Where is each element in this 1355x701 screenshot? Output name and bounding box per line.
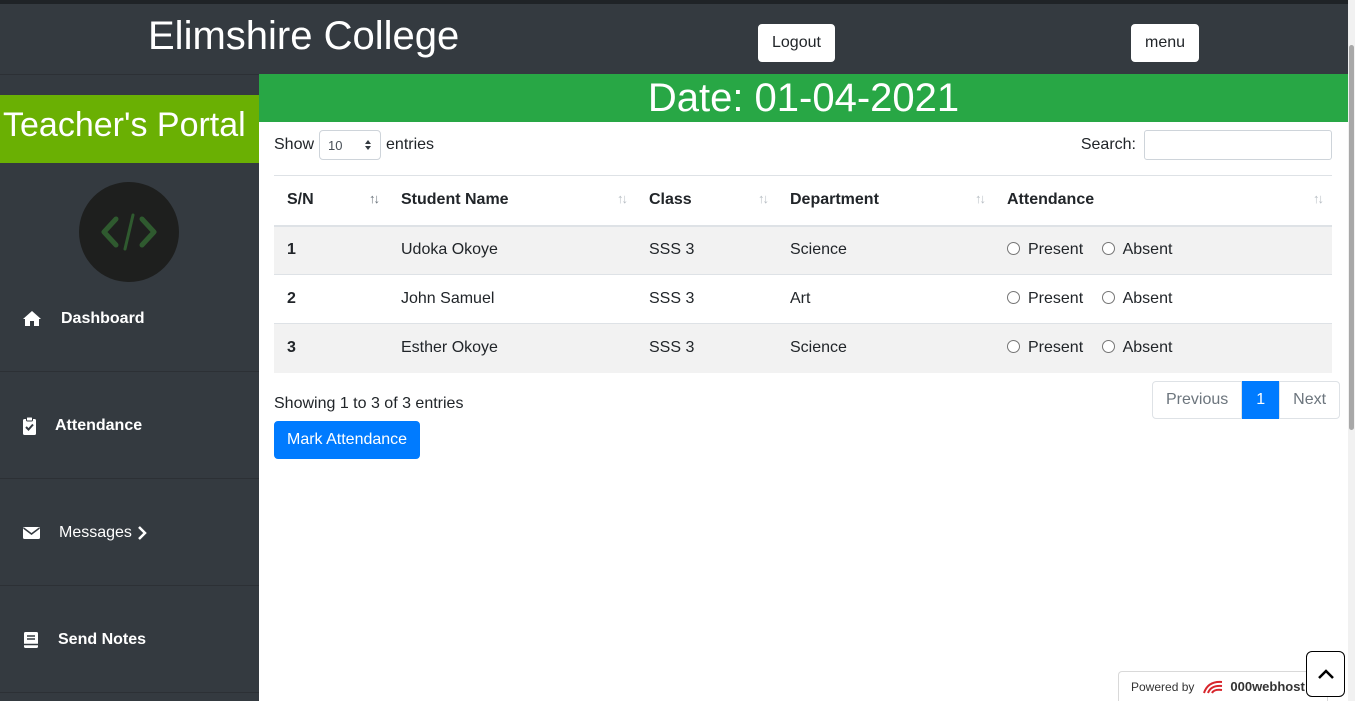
present-radio[interactable]	[1007, 340, 1020, 354]
date-banner: Date: 01-04-2021	[259, 74, 1348, 122]
next-page-button[interactable]: Next	[1279, 381, 1341, 419]
sidebar-item-attendance[interactable]: Attendance	[0, 372, 259, 479]
column-header-sn[interactable]: S/N ↑↓	[274, 175, 388, 227]
absent-radio[interactable]	[1101, 242, 1115, 256]
present-label: Present	[1028, 339, 1084, 357]
top-navbar: Elimshire College Logout menu	[0, 0, 1348, 74]
absent-radio[interactable]	[1101, 291, 1115, 304]
absent-label: Absent	[1122, 241, 1173, 259]
sidebar-item-send-notes[interactable]: Send Notes	[0, 586, 259, 693]
sidebar-item-label: Dashboard	[61, 310, 145, 327]
page-length-value: 10	[328, 137, 343, 153]
cell-student-name: Esther Okoye	[388, 323, 636, 373]
clipboard-check-icon	[23, 416, 36, 435]
absent-radio[interactable]	[1101, 340, 1115, 354]
sort-icon: ↑↓	[758, 191, 769, 206]
cell-attendance: Present Absent	[994, 323, 1332, 373]
webhost-logo-icon	[1203, 680, 1223, 694]
mark-attendance-button[interactable]: Mark Attendance	[274, 421, 421, 459]
sort-icon: ↑↓	[617, 191, 628, 206]
sort-asc-icon: ↑↓	[369, 191, 380, 206]
powered-by-badge[interactable]: Powered by 000webhost	[1118, 671, 1328, 701]
cell-sn: 2	[274, 274, 388, 324]
cell-department: Science	[777, 323, 994, 373]
table-row: 3 Esther Okoye SSS 3 Science Present Abs…	[274, 323, 1332, 373]
cell-class: SSS 3	[636, 274, 777, 324]
table-info: Showing 1 to 3 of 3 entries	[274, 395, 464, 412]
envelope-icon	[23, 527, 40, 539]
column-header-attendance[interactable]: Attendance ↑↓	[994, 175, 1332, 227]
present-label: Present	[1028, 241, 1084, 259]
sidebar-item-dashboard[interactable]: Dashboard	[0, 265, 259, 372]
scroll-to-top-button[interactable]	[1306, 651, 1345, 697]
cell-department: Science	[777, 225, 994, 275]
absent-label: Absent	[1122, 290, 1173, 307]
column-header-student-name[interactable]: Student Name ↑↓	[388, 175, 636, 227]
cell-student-name: Udoka Okoye	[388, 225, 636, 275]
column-header-class[interactable]: Class ↑↓	[636, 175, 777, 227]
search-control: Search:	[1081, 130, 1332, 160]
webhost-name: 000webhost	[1230, 679, 1305, 694]
present-label: Present	[1028, 290, 1084, 307]
attendance-table: S/N ↑↓ Student Name ↑↓ Class ↑↓ Department ↑…	[274, 175, 1332, 373]
previous-page-button[interactable]: Previous	[1152, 381, 1243, 419]
sidebar-item-label: Send Notes	[58, 631, 147, 648]
cell-class: SSS 3	[636, 225, 777, 275]
sort-icon: ↑↓	[1313, 191, 1324, 206]
cell-class: SSS 3	[636, 323, 777, 373]
powered-by-label: Powered by	[1131, 679, 1195, 694]
search-label: Search:	[1080, 136, 1136, 153]
chevron-up-icon	[1317, 669, 1334, 679]
portal-title: Teacher's Portal	[0, 95, 265, 163]
book-icon	[24, 632, 38, 648]
column-header-department[interactable]: Department ↑↓	[777, 175, 994, 227]
present-radio[interactable]	[1007, 291, 1020, 304]
chevron-right-icon	[138, 526, 147, 540]
main-content: Date: 01-04-2021 Show 10 entries Search:…	[259, 74, 1348, 701]
sidebar: Teacher's Portal Dashboard Attendance Me…	[0, 74, 265, 701]
select-arrows-icon	[365, 140, 372, 150]
scrollbar-thumb[interactable]	[1349, 45, 1354, 430]
cell-attendance: Present Absent	[994, 274, 1332, 324]
absent-label: Absent	[1122, 339, 1173, 357]
brand-title: Elimshire College	[148, 14, 460, 58]
cell-sn: 3	[274, 323, 388, 373]
search-input[interactable]	[1144, 130, 1332, 160]
cell-student-name: John Samuel	[388, 274, 636, 324]
menu-button[interactable]: menu	[1131, 24, 1200, 62]
present-radio[interactable]	[1007, 242, 1020, 256]
entries-label: entries	[386, 136, 435, 153]
length-control: Show 10 entries	[274, 130, 434, 160]
sidebar-item-label: Attendance	[55, 417, 143, 434]
cell-attendance: Present Absent	[994, 225, 1332, 275]
pagination: Previous 1 Next	[1152, 381, 1341, 419]
code-icon	[101, 213, 157, 251]
sidebar-item-messages[interactable]: Messages	[0, 479, 259, 586]
logout-button[interactable]: Logout	[758, 24, 835, 62]
page-length-select[interactable]: 10	[319, 130, 382, 160]
show-label: Show	[274, 136, 315, 153]
home-icon	[23, 311, 41, 326]
cell-sn: 1	[274, 225, 388, 275]
cell-department: Art	[777, 274, 994, 324]
sidebar-item-label: Messages	[59, 524, 132, 541]
table-row: 2 John Samuel SSS 3 Art Present Absent	[274, 274, 1332, 324]
table-row: 1 Udoka Okoye SSS 3 Science Present Abse…	[274, 225, 1332, 275]
scrollbar[interactable]	[1348, 0, 1355, 701]
sort-icon: ↑↓	[975, 191, 986, 206]
page-1-button[interactable]: 1	[1242, 381, 1280, 419]
table-header-row: S/N ↑↓ Student Name ↑↓ Class ↑↓ Department ↑…	[274, 175, 1332, 227]
